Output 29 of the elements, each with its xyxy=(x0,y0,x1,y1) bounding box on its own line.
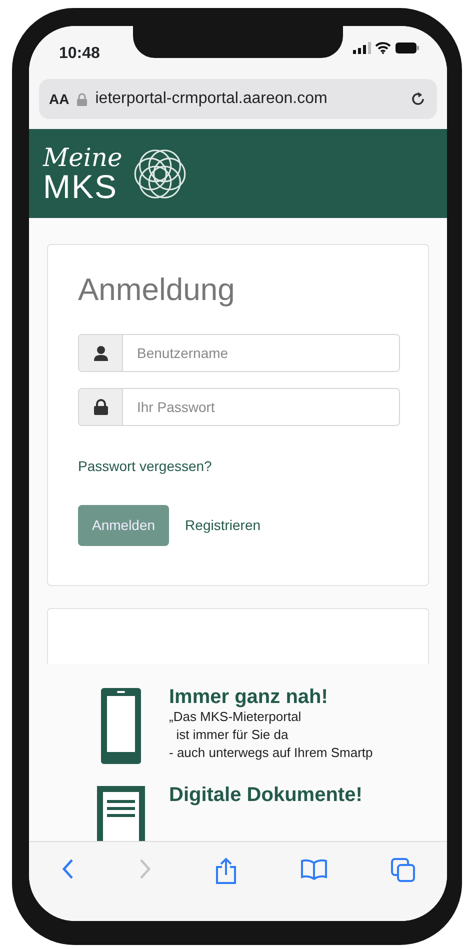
wifi-icon xyxy=(375,42,391,54)
book-icon xyxy=(300,858,328,880)
signal-icon xyxy=(353,42,371,54)
login-title: Anmeldung xyxy=(78,271,236,308)
share-icon xyxy=(214,858,237,884)
feature-title: Immer ganz nah! xyxy=(169,686,329,708)
feature-text: - auch unterwegs auf Ihrem Smartp xyxy=(169,744,373,762)
user-icon xyxy=(92,345,108,362)
url-text: ieterportal-crmportal.aareon.com xyxy=(95,89,328,109)
input-field[interactable]: Ihr Passwort xyxy=(78,388,400,426)
feature-title: Digitale Dokumente! xyxy=(169,784,362,806)
back-icon xyxy=(60,858,75,880)
logo-script-text: Meine xyxy=(43,144,122,170)
register-link[interactable]: Registrieren xyxy=(185,515,261,536)
tabs-icon xyxy=(391,858,416,882)
clock-time: 10:48 xyxy=(59,44,100,64)
lock-icon xyxy=(94,399,108,416)
address-bar[interactable]: AA ieterportal-crmportal.aareon.com xyxy=(39,79,437,119)
feature-text: „Das MKS-Mieterportal xyxy=(169,708,302,726)
tabs-button[interactable] xyxy=(389,856,418,884)
logo-text: MKS xyxy=(43,170,119,202)
input-field[interactable]: Benutzername xyxy=(78,334,400,372)
text-size-label[interactable]: AA xyxy=(49,88,70,110)
forgot-password-link[interactable]: Passwort vergessen? xyxy=(78,456,212,478)
feature-text: ist immer für Sie da xyxy=(175,726,290,744)
battery-icon xyxy=(395,42,419,54)
reload-icon[interactable] xyxy=(409,90,427,108)
lock-icon xyxy=(77,92,88,106)
forward-icon xyxy=(138,858,152,880)
